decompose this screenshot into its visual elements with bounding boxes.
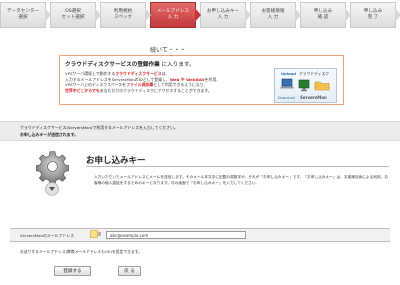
section-description: 入力いただいたメールアドレスにメールを送信します。そのメール本文中に記載の英数字… — [94, 175, 389, 186]
info-line-2: お申し込みキーが送信されます。 — [20, 132, 78, 137]
progress-steps: データセンター 選択 OS選択 セット選択 利用規約 スペック メールアドレス … — [0, 0, 400, 30]
desktop-icon — [298, 79, 310, 92]
step-email: メールアドレス 入 力 — [150, 2, 201, 28]
notice-heading: クラウドディスクサービスの登録作業 に入ります。 — [65, 62, 195, 68]
folder-icon — [314, 81, 330, 91]
hint-icon — [90, 230, 101, 238]
download-label: Download — [278, 96, 295, 100]
info-line-1: クラウドディスクサービス(ServersMan)で利用するメールアドレスを入力し… — [20, 125, 178, 130]
step-complete: 申し込み 完 了 — [350, 2, 400, 28]
section-title: お申し込みキー — [86, 156, 146, 166]
cloud-disk-banner[interactable]: Upload クラウドディスク Download ServersMan — [274, 68, 337, 103]
step-os-select: OS選択 セット選択 — [50, 2, 101, 28]
notice-body: VPSサーバ環境上で動作するクラウドディスクサービスは、 入力するメールアドレス… — [65, 71, 221, 94]
email-label: ServersManのメールアドレス — [20, 233, 75, 238]
arrow-down-icon — [45, 182, 59, 196]
register-button[interactable]: 登録する — [54, 266, 91, 276]
email-form-row: ServersManのメールアドレス — [10, 228, 390, 242]
page-subtitle: 続いて・・・ — [150, 47, 186, 54]
email-input[interactable] — [106, 231, 246, 239]
info-bar: クラウドディスクサービス(ServersMan)で利用するメールアドレスを入力し… — [0, 121, 400, 141]
section-divider — [86, 166, 389, 167]
step-customer-info: お客様情報 入 力 — [250, 2, 301, 28]
banner-title: クラウドディスク — [299, 71, 330, 76]
gear-icon — [36, 151, 69, 183]
back-button[interactable]: 戻 る — [118, 266, 141, 276]
upload-label: Upload — [281, 71, 296, 76]
step-terms: 利用規約 スペック — [100, 2, 151, 28]
email-footnote: お送りするメールアドレス(携帯メールアドレスもOK)を設定できます。 — [20, 249, 142, 254]
laptop-icon — [280, 78, 294, 89]
notice-box: クラウドディスクサービスの登録作業 に入ります。 VPSサーバ環境上で動作するク… — [59, 55, 344, 105]
step-datacenter: データセンター 選択 — [0, 2, 51, 28]
step-confirm: 申し込み 確 認 — [300, 2, 351, 28]
banner-brand: ServersMan — [300, 95, 327, 100]
step-key: お申し込みキー 入 力 — [200, 2, 251, 28]
